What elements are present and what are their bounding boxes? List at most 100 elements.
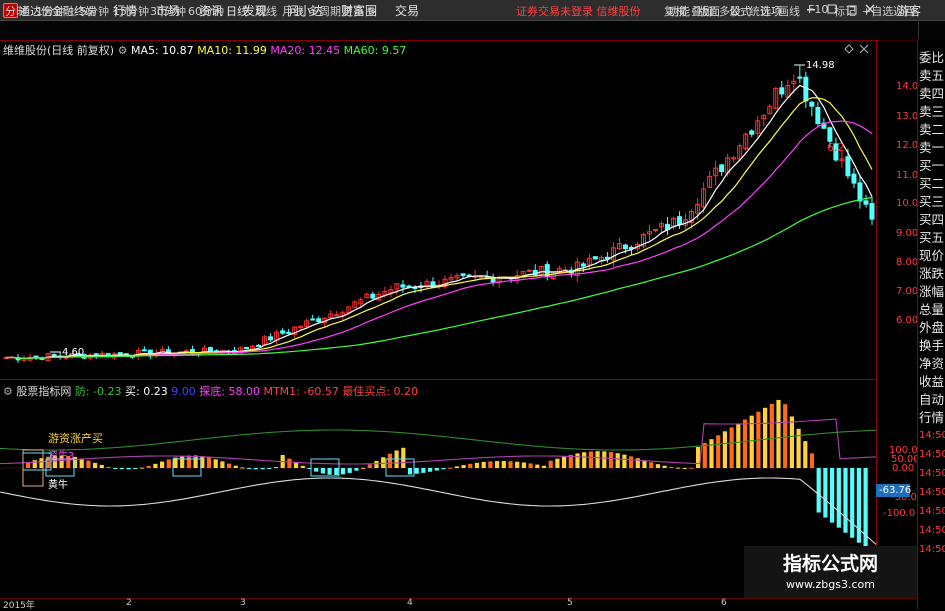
side-label[interactable]: 买二 [919, 173, 944, 192]
indicator-bar [340, 468, 346, 475]
indicator-bar [515, 461, 520, 468]
indicator-bar [528, 463, 533, 468]
indicator-bar [387, 453, 392, 468]
period-intraday[interactable]: 分时 [5, 3, 27, 19]
candle [869, 203, 875, 220]
tool-add-favorite[interactable]: +自选 [862, 3, 893, 19]
indicator-name[interactable]: 股票指标网 [16, 385, 71, 398]
side-label[interactable]: 买一 [919, 155, 944, 174]
side-label[interactable]: 行情 [919, 407, 944, 426]
indicator-bar [776, 399, 781, 468]
indicator-bar [93, 462, 98, 468]
side-label[interactable]: 外盘 [919, 317, 944, 336]
candle [592, 256, 598, 260]
period-60min[interactable]: 60分钟 [188, 3, 224, 19]
side-label[interactable]: 收益 [919, 371, 944, 390]
date-label: 4 [407, 598, 413, 608]
annotation-label: 游资涨产买 [48, 431, 103, 445]
indicator-bar [327, 468, 332, 475]
tool-adjust[interactable]: 复权 [664, 3, 686, 19]
side-label[interactable]: 净资 [919, 353, 944, 372]
indicator-bar [856, 468, 861, 543]
period-5min[interactable]: 5分钟 [80, 3, 109, 19]
menu-trade[interactable]: 交易 [395, 2, 419, 19]
indicator-bar [642, 460, 647, 468]
indicator-bar [461, 465, 466, 468]
indicator-bar [126, 468, 131, 470]
date-label: 3 [240, 598, 246, 608]
ma5-line [5, 84, 873, 360]
indicator-bar [608, 452, 614, 468]
indicator-bar [823, 468, 828, 518]
side-label[interactable]: 自动 [919, 389, 944, 408]
tool-draw[interactable]: 画线 [778, 3, 800, 19]
side-label[interactable]: 卖四 [919, 83, 944, 102]
candle [280, 330, 286, 334]
indicator-bar [401, 447, 406, 468]
indicator-bar [434, 468, 439, 471]
side-label[interactable]: 卖五 [919, 65, 944, 84]
candle [809, 101, 815, 107]
indicator-bar [267, 468, 272, 469]
period-weekly[interactable]: 周线 [255, 3, 277, 19]
indicator-bar [206, 457, 212, 468]
period-multi[interactable]: 多周期 [308, 3, 341, 19]
candle [845, 156, 851, 177]
candle [749, 130, 755, 135]
date-label: 2 [126, 598, 132, 608]
candlestick-chart[interactable]: 14.98 4.60 6.2 [0, 40, 876, 380]
time-tick: 14:50 [919, 449, 945, 460]
indicator-bar [220, 461, 225, 468]
price-tick: 9.00 [896, 228, 919, 239]
candle [141, 349, 147, 352]
period-more[interactable]: 更多 > [342, 3, 377, 19]
period-daily[interactable]: 日线 [226, 3, 248, 19]
side-label[interactable]: 买五 [919, 227, 944, 246]
side-label[interactable]: 换手 [919, 335, 944, 354]
period-30min[interactable]: 30分钟 [150, 3, 186, 19]
candle [460, 273, 466, 276]
side-label[interactable]: 卖三 [919, 101, 944, 120]
indicator-bar [722, 431, 727, 468]
tool-overlay[interactable]: 叠加 [691, 3, 713, 19]
candle [653, 228, 658, 231]
close-panel-icon [859, 44, 869, 54]
tool-multistock[interactable]: 多股 [719, 3, 741, 19]
tool-mark[interactable]: 标记 [834, 3, 856, 19]
tool-stats[interactable]: 统计 [749, 3, 771, 19]
indicator-bar [555, 458, 560, 468]
price-tick: 7.00 [896, 286, 919, 297]
settings-icon[interactable]: ⚙ [118, 44, 128, 57]
indicator-bar [655, 464, 660, 468]
period-15min[interactable]: 15分钟 [113, 3, 149, 19]
indicator-value: 9.00 [171, 385, 196, 398]
side-label[interactable]: 现价 [919, 245, 944, 264]
indicator-bar [146, 465, 151, 468]
candle [580, 263, 586, 267]
indicator-value: 防: -0.23 [74, 385, 122, 398]
settings-icon[interactable]: ⚙ [3, 385, 13, 398]
side-label[interactable]: 卖一 [919, 137, 944, 156]
side-label[interactable]: 委比 [919, 47, 944, 66]
indicator-bar [160, 461, 165, 468]
side-label[interactable]: 买三 [919, 191, 944, 210]
tool-f10[interactable]: F10 [808, 3, 828, 16]
candle [310, 318, 316, 321]
side-label[interactable]: 涨幅 [919, 281, 944, 300]
time-tick: 14:50 [919, 487, 945, 498]
indicator-bar [367, 464, 372, 468]
period-monthly[interactable]: 月线 [282, 3, 304, 19]
indicator-bar [347, 468, 352, 473]
period-1min[interactable]: 1分钟 [36, 3, 65, 19]
panel-controls[interactable] [842, 43, 872, 55]
tool-back[interactable]: 返回 [893, 3, 915, 19]
candle [406, 285, 412, 288]
side-label[interactable]: 卖二 [919, 119, 944, 138]
indicator-bar [575, 453, 580, 468]
side-label[interactable]: 涨跌 [919, 263, 944, 282]
login-notice[interactable]: 证券交易未登录 信维股份 [516, 3, 641, 19]
indicator-bar [836, 468, 841, 528]
side-label[interactable]: 买四 [919, 209, 944, 228]
side-label[interactable]: 总量 [919, 299, 944, 318]
indicator-value: 买: 0.23 [125, 385, 168, 398]
